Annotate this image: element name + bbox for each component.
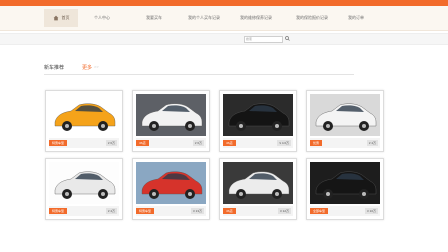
card-price: ¥ 4万 [105, 208, 117, 214]
car-icon [49, 94, 119, 136]
car-photo[interactable] [310, 162, 380, 204]
car-card[interactable]: 4S店 ¥ 12万 [219, 158, 297, 220]
card-tag: 特惠车型 [49, 140, 68, 146]
nav-home[interactable]: 首页 [44, 9, 78, 27]
car-icon [310, 162, 380, 204]
card-info-bar: 特惠车型 ¥ 4万 [49, 206, 119, 216]
search-row: 搜索 [0, 33, 448, 45]
card-price: ¥ 4万 [366, 140, 378, 146]
car-card[interactable]: 4S店 ¥ 6万 [132, 90, 210, 152]
car-card[interactable]: 4S店 ¥ 4.6万 [219, 90, 297, 152]
nav-item-orders[interactable]: 我的订单 [348, 6, 364, 30]
search-button[interactable] [284, 35, 291, 42]
card-tag: 4S店 [223, 208, 236, 214]
car-card[interactable]: 优惠 ¥ 4万 [306, 90, 384, 152]
car-photo[interactable] [223, 94, 293, 136]
car-card[interactable]: 特惠车型 ¥ 4万 [45, 158, 123, 220]
car-card[interactable]: 全部车型 ¥ 10万 [306, 158, 384, 220]
card-info-bar: 特惠车型 ¥ 13万 [136, 206, 206, 216]
card-info-bar: 优惠 ¥ 4万 [310, 138, 380, 148]
card-info-bar: 4S店 ¥ 12万 [223, 206, 293, 216]
main-nav: 首页 个人中心 我要买车 我的个人买车记录 我的维修保养记录 我的保险报价记录 … [0, 6, 448, 31]
card-info-bar: 4S店 ¥ 6万 [136, 138, 206, 148]
card-info-bar: 4S店 ¥ 4.6万 [223, 138, 293, 148]
car-icon [49, 162, 119, 204]
car-icon [136, 162, 206, 204]
car-photo[interactable] [223, 162, 293, 204]
nav-item-personal-center[interactable]: 个人中心 [94, 6, 110, 30]
nav-item-insurance-records[interactable]: 我的保险报价记录 [296, 6, 328, 30]
car-photo[interactable] [136, 94, 206, 136]
car-photo[interactable] [310, 94, 380, 136]
section-more-link[interactable]: 更多 [82, 64, 92, 71]
nav-item-purchase-records[interactable]: 我的个人买车记录 [188, 6, 220, 30]
card-tag: 全部车型 [310, 208, 329, 214]
car-icon [223, 94, 293, 136]
card-price: ¥ 6万 [192, 140, 204, 146]
card-price: ¥ 4.6万 [277, 140, 291, 146]
car-card[interactable]: 特惠车型 ¥ 13万 [132, 158, 210, 220]
nav-home-label: 首页 [61, 15, 70, 20]
card-price: ¥ 6万 [105, 140, 117, 146]
card-price: ¥ 10万 [365, 208, 378, 214]
search-icon [285, 36, 290, 41]
car-photo[interactable] [136, 162, 206, 204]
section-title: 新车推荐 [44, 65, 65, 71]
nav-item-buy-car[interactable]: 我要买车 [146, 6, 162, 30]
search-input[interactable]: 搜索 [244, 36, 283, 43]
section-more-arrow: >> [94, 64, 99, 69]
card-tag: 4S店 [223, 140, 236, 146]
nav-item-maintenance-records[interactable]: 我的维修保养记录 [240, 6, 272, 30]
card-price: ¥ 13万 [191, 208, 204, 214]
car-icon [136, 94, 206, 136]
card-info-bar: 特惠车型 ¥ 6万 [49, 138, 119, 148]
home-icon [53, 15, 58, 21]
car-icon [310, 94, 380, 136]
car-card[interactable]: 特惠车型 ¥ 6万 [45, 90, 123, 152]
car-photo[interactable] [49, 94, 119, 136]
car-icon [223, 162, 293, 204]
car-photo[interactable] [49, 162, 119, 204]
card-tag: 优惠 [310, 140, 323, 146]
section-header: 新车推荐 更多 >> [44, 64, 354, 75]
card-tag: 特惠车型 [136, 208, 155, 214]
card-tag: 4S店 [136, 140, 149, 146]
card-info-bar: 全部车型 ¥ 10万 [310, 206, 380, 216]
card-tag: 特惠车型 [49, 208, 68, 214]
card-price: ¥ 12万 [278, 208, 291, 214]
